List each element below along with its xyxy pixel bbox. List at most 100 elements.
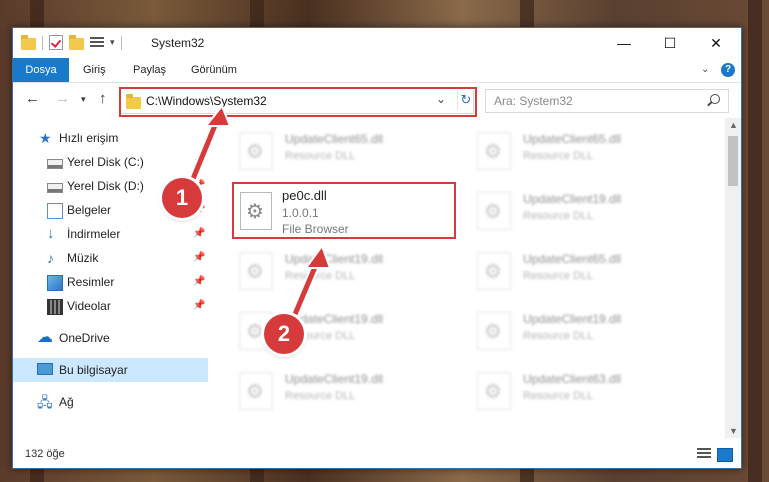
recent-dropdown-icon[interactable]: ▾ [81,94,86,105]
sidebar-item-pictures[interactable]: Resimler 📌 [13,270,208,294]
file-name: UpdateClient19.dll [285,252,384,266]
file-item[interactable]: UpdateClient19.dll Resource DLL [467,186,697,236]
sidebar-item-label: Müzik [67,251,99,265]
customize-icon[interactable] [90,36,104,49]
tab-home[interactable]: Giriş [83,58,106,82]
file-description: Resource DLL [285,150,356,162]
star-icon: ★ [39,130,52,146]
folder-icon[interactable] [21,34,36,50]
file-description: Resource DLL [285,390,356,402]
file-highlight-box [232,182,456,239]
pin-icon[interactable]: 📌 [193,270,205,294]
dll-file-icon [239,252,273,290]
search-icon[interactable] [710,94,720,104]
close-icon[interactable]: ✕ [693,28,739,58]
search-placeholder: Ara: System32 [494,94,573,108]
scrollbar-thumb[interactable] [728,136,738,186]
sidebar-item-music[interactable]: ♪ Müzik 📌 [13,246,208,270]
item-count: 132 öğe [25,448,65,460]
ribbon-expand-chevron-icon[interactable]: ⌄ [701,64,709,75]
sidebar-item-local-disk-c[interactable]: Yerel Disk (C:) 📌 [13,150,208,174]
file-name: UpdateClient19.dll [523,312,622,326]
callout-badge-1: 1 [162,178,202,218]
background-tree [748,0,762,482]
sidebar-item-videos[interactable]: Videolar 📌 [13,294,208,318]
file-item[interactable]: UpdateClient65.dll Resource DLL [467,246,697,296]
file-item[interactable]: UpdateClient65.dll Resource DLL [229,126,459,176]
tab-view[interactable]: Görünüm [191,58,237,82]
sidebar-item-network[interactable]: 🖧 Ağ [13,390,208,414]
dll-file-icon [477,132,511,170]
back-arrow-icon[interactable]: ← [25,90,40,107]
sidebar-item-downloads[interactable]: ↓ İndirmeler 📌 [13,222,208,246]
scroll-up-icon[interactable]: ▲ [729,120,738,130]
file-description: Resource DLL [523,330,594,342]
maximize-icon[interactable]: ☐ [647,28,693,58]
dll-file-icon [477,192,511,230]
file-item[interactable]: UpdateClient65.dll Resource DLL [467,126,697,176]
music-icon: ♪ [47,250,54,266]
address-highlight-box [119,87,477,117]
sidebar-item-label: Ağ [59,395,74,409]
file-name: UpdateClient19.dll [285,372,384,386]
file-item[interactable]: UpdateClient63.dll Resource DLL [467,366,697,416]
dll-file-icon [477,372,511,410]
sidebar-item-this-pc[interactable]: Bu bilgisayar [13,358,208,382]
pictures-icon [47,275,63,291]
sidebar-item-label: Yerel Disk (D:) [67,179,144,193]
properties-check-icon[interactable] [49,35,63,50]
chevron-down-icon[interactable]: ▾ [110,37,115,48]
download-icon: ↓ [47,225,55,242]
pin-icon[interactable]: 📌 [193,150,205,174]
file-name: UpdateClient65.dll [523,252,622,266]
details-view-icon[interactable] [697,448,711,460]
cloud-icon: ☁ [37,329,53,346]
sidebar-item-label: Resimler [67,275,115,289]
file-description: Resource DLL [523,270,594,282]
new-folder-icon[interactable] [69,34,84,50]
up-arrow-icon[interactable]: ↑ [99,90,107,107]
title-bar: ▾ System32 — ☐ ✕ [13,28,741,58]
dll-file-icon [239,372,273,410]
file-item[interactable]: UpdateClient19.dll Resource DLL [467,306,697,356]
sidebar-item-label: Yerel Disk (C:) [67,155,144,169]
file-item[interactable]: UpdateClient19.dll Resource DLL [229,366,459,416]
sidebar-item-label: İndirmeler [67,227,121,241]
file-name: UpdateClient65.dll [523,132,622,146]
sidebar-item-label: Videolar [67,299,111,313]
vertical-scrollbar[interactable]: ▲ ▼ [725,118,741,438]
file-item[interactable]: UpdateClient19.dll Resource DLL [229,246,459,296]
file-name: UpdateClient63.dll [523,372,622,386]
dll-file-icon [239,132,273,170]
tab-share[interactable]: Paylaş [133,58,166,82]
dll-file-icon [477,312,511,350]
dll-file-icon [477,252,511,290]
ribbon: Dosya Giriş Paylaş Görünüm ⌄ ? [13,58,741,83]
pin-icon[interactable]: 📌 [193,222,205,246]
file-name: UpdateClient65.dll [285,132,384,146]
sidebar-item-onedrive[interactable]: ☁ OneDrive [13,326,208,350]
separator [120,35,122,50]
navigation-pane: ★ Hızlı erişim Yerel Disk (C:) 📌 Yerel D… [13,120,208,436]
forward-arrow-icon[interactable]: → [55,90,70,107]
tab-file[interactable]: Dosya [13,58,69,82]
scroll-down-icon[interactable]: ▼ [729,426,738,436]
help-icon[interactable]: ? [721,63,735,77]
file-name: UpdateClient19.dll [523,192,622,206]
computer-icon [37,363,53,375]
search-box[interactable]: Ara: System32 [485,89,729,113]
pin-icon[interactable]: 📌 [193,246,205,270]
file-description: Resource DLL [523,390,594,402]
sidebar-item-quick-access[interactable]: ★ Hızlı erişim [13,126,208,150]
drive-icon [47,159,63,169]
pin-icon[interactable]: 📌 [193,294,205,318]
sidebar-item-label: OneDrive [59,331,110,345]
file-list: UpdateClient65.dll Resource DLL UpdateCl… [209,120,727,436]
quick-access-toolbar: ▾ [21,34,122,50]
videos-icon [47,299,63,315]
minimize-icon[interactable]: — [601,28,647,58]
explorer-window: ▾ System32 — ☐ ✕ Dosya Giriş Paylaş Görü… [12,27,742,469]
callout-badge-2: 2 [264,314,304,354]
large-icons-view-icon[interactable] [717,448,733,462]
sidebar-item-label: Belgeler [67,203,112,217]
